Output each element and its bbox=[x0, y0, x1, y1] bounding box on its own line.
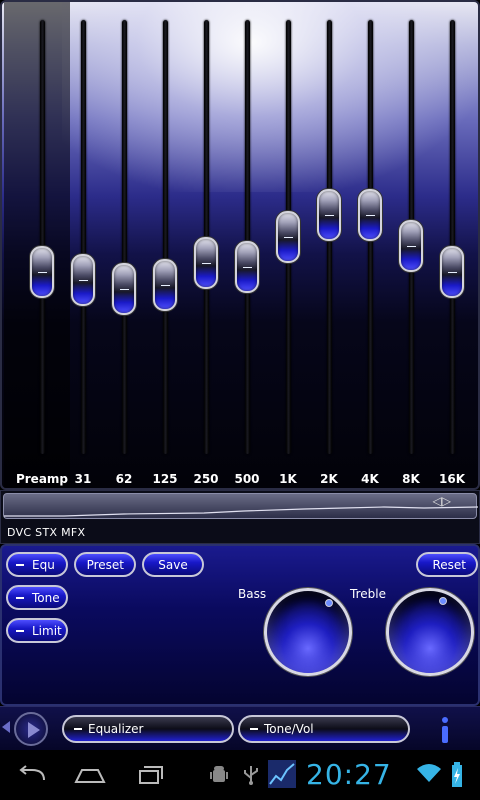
dash-icon bbox=[16, 596, 24, 599]
thumb-marker bbox=[243, 267, 252, 269]
bass-knob[interactable] bbox=[264, 588, 352, 676]
slider-track[interactable] bbox=[40, 20, 45, 454]
slider-thumb[interactable] bbox=[153, 258, 177, 311]
knob-indicator bbox=[325, 599, 333, 607]
tab-tone-vol[interactable]: Tone/Vol bbox=[238, 715, 410, 743]
thumb-marker bbox=[325, 215, 334, 217]
dash-icon bbox=[16, 629, 24, 632]
dash-icon bbox=[250, 728, 258, 730]
waveform-graph bbox=[4, 506, 479, 517]
eq-slider[interactable] bbox=[63, 2, 103, 488]
info-icon[interactable] bbox=[440, 717, 450, 743]
dash-icon bbox=[74, 728, 82, 730]
recent-apps-icon[interactable] bbox=[132, 762, 168, 788]
slider-thumb[interactable] bbox=[358, 189, 382, 242]
equalizer-app-icon bbox=[268, 760, 296, 788]
corner-arrow-icon bbox=[2, 721, 10, 733]
tone-button[interactable]: Tone bbox=[6, 585, 68, 610]
thumb-marker bbox=[79, 280, 88, 282]
slider-thumb[interactable] bbox=[30, 245, 54, 298]
band-label: 16K bbox=[439, 472, 465, 486]
thumb-marker bbox=[38, 271, 47, 273]
eq-slider[interactable] bbox=[309, 2, 349, 488]
treble-label: Treble bbox=[350, 587, 386, 601]
thumb-marker bbox=[161, 284, 170, 286]
eq-slider[interactable] bbox=[22, 2, 62, 488]
eq-slider[interactable] bbox=[186, 2, 226, 488]
slider-thumb[interactable] bbox=[112, 263, 136, 316]
thumb-marker bbox=[407, 245, 416, 247]
android-debug-icon bbox=[210, 766, 228, 782]
equ-button-label: Equ bbox=[32, 557, 55, 572]
reset-button[interactable]: Reset bbox=[416, 552, 478, 577]
equ-button[interactable]: Equ bbox=[6, 552, 68, 577]
preset-button[interactable]: Preset bbox=[74, 552, 136, 577]
visualizer-label: DVC STX MFX bbox=[7, 526, 86, 539]
slider-thumb[interactable] bbox=[399, 219, 423, 272]
reset-button-label: Reset bbox=[432, 557, 466, 572]
status-clock: 20:27 bbox=[306, 758, 392, 791]
save-button[interactable]: Save bbox=[142, 552, 204, 577]
slider-thumb[interactable] bbox=[440, 245, 464, 298]
tab-tone-vol-label: Tone/Vol bbox=[264, 722, 314, 736]
usb-icon bbox=[244, 766, 258, 785]
tab-equalizer[interactable]: Equalizer bbox=[62, 715, 234, 743]
slider-thumb[interactable] bbox=[317, 189, 341, 242]
tab-equalizer-label: Equalizer bbox=[88, 722, 144, 736]
slider-thumb[interactable] bbox=[235, 241, 259, 294]
equalizer-panel: Preamp 31 62 125 250 500 1K 2K 4K 8K 16K bbox=[0, 0, 480, 490]
battery-charging-icon bbox=[452, 762, 462, 787]
wifi-icon bbox=[417, 764, 441, 782]
slider-thumb[interactable] bbox=[71, 254, 95, 307]
slider-thumb[interactable] bbox=[276, 211, 300, 263]
waveform-display bbox=[3, 493, 479, 519]
slider-track[interactable] bbox=[163, 20, 168, 454]
dash-icon bbox=[16, 563, 24, 566]
preset-button-label: Preset bbox=[86, 557, 124, 572]
eq-slider[interactable] bbox=[391, 2, 431, 488]
limit-button[interactable]: Limit bbox=[6, 618, 68, 643]
slider-track[interactable] bbox=[81, 20, 86, 454]
limit-button-label: Limit bbox=[32, 623, 62, 638]
eq-slider[interactable] bbox=[227, 2, 267, 488]
eq-slider[interactable] bbox=[104, 2, 144, 488]
control-panel: Equ Tone Limit Preset Save Reset Bass Tr… bbox=[0, 544, 480, 706]
thumb-marker bbox=[202, 263, 211, 265]
thumb-marker bbox=[366, 215, 375, 217]
home-icon[interactable] bbox=[72, 762, 108, 788]
save-button-label: Save bbox=[158, 557, 188, 572]
back-icon[interactable] bbox=[14, 762, 50, 788]
treble-knob[interactable] bbox=[386, 588, 474, 676]
eq-slider[interactable] bbox=[268, 2, 308, 488]
tone-button-label: Tone bbox=[32, 590, 60, 605]
bass-label: Bass bbox=[238, 587, 267, 601]
eq-slider[interactable] bbox=[350, 2, 390, 488]
play-icon[interactable] bbox=[14, 712, 48, 746]
eq-slider[interactable] bbox=[432, 2, 472, 488]
system-navigation-bar: 20:27 bbox=[0, 750, 480, 800]
eq-slider[interactable] bbox=[145, 2, 185, 488]
slider-thumb[interactable] bbox=[194, 237, 218, 290]
slider-track[interactable] bbox=[245, 20, 250, 454]
visualizer-arrows[interactable]: ◁▷ bbox=[433, 494, 451, 508]
visualizer-strip: ◁▷ DVC STX MFX bbox=[0, 490, 480, 544]
slider-track[interactable] bbox=[450, 20, 455, 454]
thumb-marker bbox=[120, 289, 129, 291]
slider-track[interactable] bbox=[122, 20, 127, 454]
knob-indicator bbox=[439, 597, 447, 605]
thumb-marker bbox=[284, 237, 293, 238]
bottom-tab-bar: Equalizer Tone/Vol bbox=[0, 706, 480, 750]
thumb-marker bbox=[448, 271, 457, 273]
